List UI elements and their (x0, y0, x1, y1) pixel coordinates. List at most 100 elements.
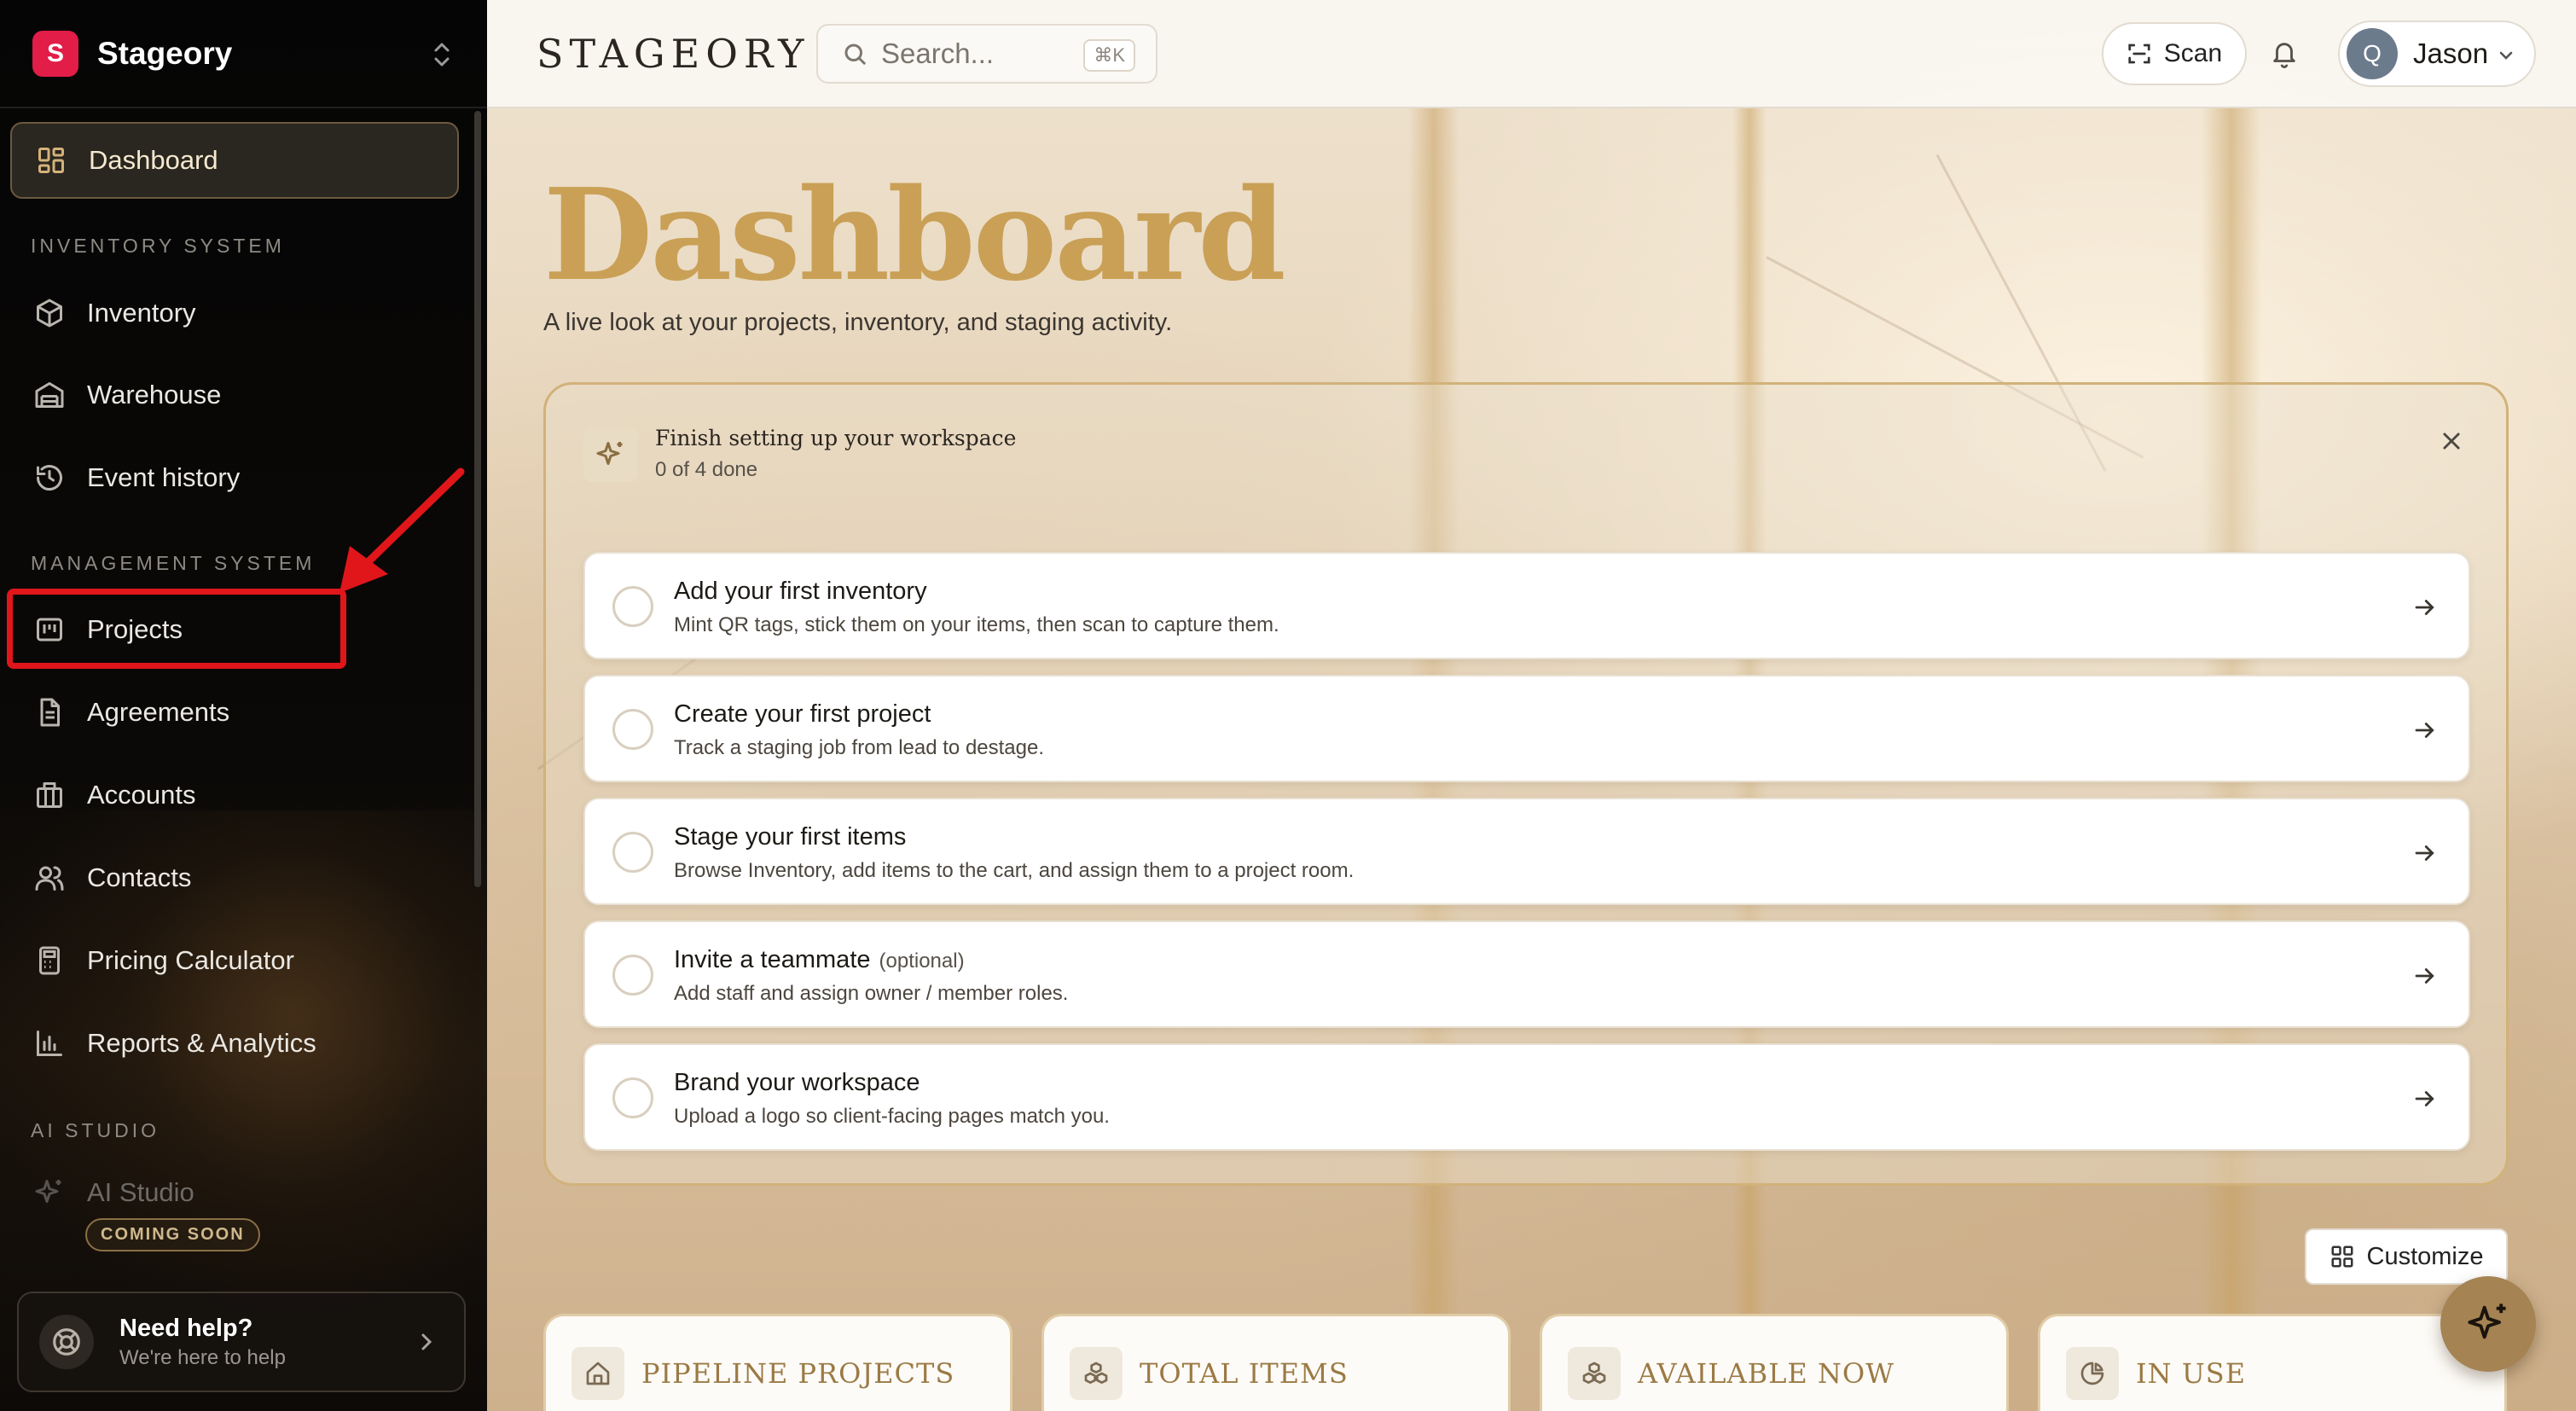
setup-task-invite-teammate[interactable]: Invite a teammate (optional) Add staff an… (583, 920, 2470, 1028)
home-icon (571, 1347, 624, 1400)
section-label-inventory: INVENTORY SYSTEM (31, 235, 285, 257)
bar-chart-icon (32, 1026, 67, 1060)
building-icon (32, 778, 67, 812)
sidebar-item-contacts[interactable]: Contacts (10, 839, 459, 916)
calculator-icon (32, 944, 67, 978)
search-icon (842, 41, 867, 67)
top-bar: STAGEORY ⌘K Scan Q Jason (487, 0, 2576, 108)
close-icon[interactable] (2440, 429, 2463, 457)
stat-card-available-now[interactable]: AVAILABLE NOW (1540, 1314, 2009, 1411)
task-description: Add staff and assign owner / member role… (674, 982, 1069, 1005)
task-optional-label: (optional) (879, 949, 965, 973)
warehouse-icon (32, 378, 67, 412)
user-menu-button[interactable]: Q Jason (2338, 20, 2536, 87)
bell-icon[interactable] (2270, 38, 2299, 74)
stat-card-total-items[interactable]: TOTAL ITEMS (1041, 1314, 1511, 1411)
sidebar-item-label: Dashboard (89, 145, 218, 175)
workspace-switcher[interactable]: S Stageory (0, 0, 487, 108)
sidebar-item-label: Inventory (87, 298, 196, 328)
page-subtitle: A live look at your projects, inventory,… (543, 309, 1173, 336)
task-title: Add your first inventory (674, 578, 927, 605)
lifebuoy-icon (39, 1315, 94, 1369)
scan-icon (2126, 41, 2152, 67)
task-checkbox[interactable] (612, 709, 653, 750)
sidebar-item-label: Pricing Calculator (87, 945, 294, 975)
sidebar-scrollbar[interactable] (474, 111, 481, 887)
search-box[interactable]: ⌘K (816, 24, 1157, 84)
task-description: Track a staging job from lead to destage… (674, 736, 1045, 759)
avatar: Q (2347, 28, 2398, 79)
task-checkbox[interactable] (612, 1077, 653, 1118)
sidebar-item-pricing-calculator[interactable]: Pricing Calculator (10, 922, 459, 999)
projects-highlight-box (7, 589, 346, 669)
stat-card-pipeline-projects[interactable]: PIPELINE PROJECTS (543, 1314, 1012, 1411)
task-checkbox[interactable] (612, 955, 653, 996)
help-card[interactable]: Need help? We're here to help (17, 1292, 466, 1392)
search-input[interactable] (881, 38, 1086, 70)
sidebar-item-label: Accounts (87, 780, 196, 810)
setup-task-brand-workspace[interactable]: Brand your workspace Upload a logo so cl… (583, 1043, 2470, 1151)
scan-button[interactable]: Scan (2102, 22, 2247, 85)
grid-icon (34, 143, 68, 177)
sidebar: S Stageory Dashboard INVENTORY SYSTEM In… (0, 0, 487, 1411)
task-description: Browse Inventory, add items to the cart,… (674, 859, 1355, 882)
chevron-updown-icon (431, 41, 453, 68)
section-label-management: MANAGEMENT SYSTEM (31, 552, 316, 574)
stat-label: TOTAL ITEMS (1140, 1357, 1349, 1390)
sparkles-icon (32, 1176, 67, 1210)
sidebar-item-reports[interactable]: Reports & Analytics (10, 1005, 459, 1082)
arrow-right-icon (2412, 840, 2438, 870)
cube-icon (32, 296, 67, 330)
coming-soon-badge: COMING SOON (85, 1218, 260, 1251)
setup-task-create-project[interactable]: Create your first project Track a stagin… (583, 675, 2470, 782)
page-title: Dashboard (543, 160, 1286, 309)
stat-label: IN USE (2136, 1357, 2247, 1390)
sidebar-item-label: Warehouse (87, 380, 222, 409)
ai-assistant-button[interactable] (2440, 1276, 2536, 1372)
task-title: Brand your workspace (674, 1069, 920, 1096)
section-label-ai: AI STUDIO (31, 1119, 160, 1141)
stat-card-in-use[interactable]: IN USE (2038, 1314, 2507, 1411)
arrow-right-icon (2412, 1086, 2438, 1116)
sidebar-item-inventory[interactable]: Inventory (10, 275, 459, 351)
sidebar-item-label: AI Studio (87, 1177, 194, 1207)
setup-checklist-panel: Finish setting up your workspace 0 of 4 … (543, 382, 2509, 1186)
task-checkbox[interactable] (612, 586, 653, 627)
chevron-right-icon (418, 1329, 435, 1359)
sidebar-item-label: Agreements (87, 697, 230, 727)
history-icon (32, 461, 67, 495)
main-content: STAGEORY ⌘K Scan Q Jason Dashboard A liv… (487, 0, 2576, 1411)
sparkles-icon (2466, 1300, 2510, 1349)
search-shortcut-badge: ⌘K (1083, 39, 1135, 72)
grid-icon (2329, 1244, 2355, 1269)
arrow-right-icon (2412, 717, 2438, 747)
stat-label: AVAILABLE NOW (1638, 1357, 1894, 1390)
customize-button-label: Customize (2366, 1242, 2484, 1270)
stat-label: PIPELINE PROJECTS (641, 1357, 955, 1390)
users-icon (32, 861, 67, 895)
customize-button[interactable]: Customize (2305, 1228, 2508, 1285)
setup-task-stage-items[interactable]: Stage your first items Browse Inventory,… (583, 798, 2470, 905)
task-title: Invite a teammate (674, 946, 871, 973)
pie-chart-icon (2066, 1347, 2119, 1400)
brand-wordmark[interactable]: STAGEORY (537, 31, 810, 77)
boxes-icon (1568, 1347, 1621, 1400)
chevron-down-icon (2497, 46, 2515, 69)
setup-task-add-inventory[interactable]: Add your first inventory Mint QR tags, s… (583, 552, 2470, 659)
sidebar-item-accounts[interactable]: Accounts (10, 757, 459, 833)
setup-progress: 0 of 4 done (655, 458, 758, 481)
document-icon (32, 695, 67, 729)
task-description: Upload a logo so client-facing pages mat… (674, 1105, 1110, 1128)
help-title: Need help? (119, 1314, 253, 1342)
scan-button-label: Scan (2163, 39, 2223, 67)
user-name: Jason (2413, 38, 2489, 69)
boxes-icon (1070, 1347, 1123, 1400)
sidebar-item-warehouse[interactable]: Warehouse (10, 357, 459, 433)
sidebar-item-dashboard[interactable]: Dashboard (10, 122, 459, 199)
task-title: Stage your first items (674, 823, 907, 851)
sidebar-item-agreements[interactable]: Agreements (10, 674, 459, 751)
task-description: Mint QR tags, stick them on your items, … (674, 613, 1279, 636)
task-checkbox[interactable] (612, 832, 653, 873)
sidebar-item-label: Reports & Analytics (87, 1028, 316, 1058)
arrow-right-icon (2412, 595, 2438, 624)
